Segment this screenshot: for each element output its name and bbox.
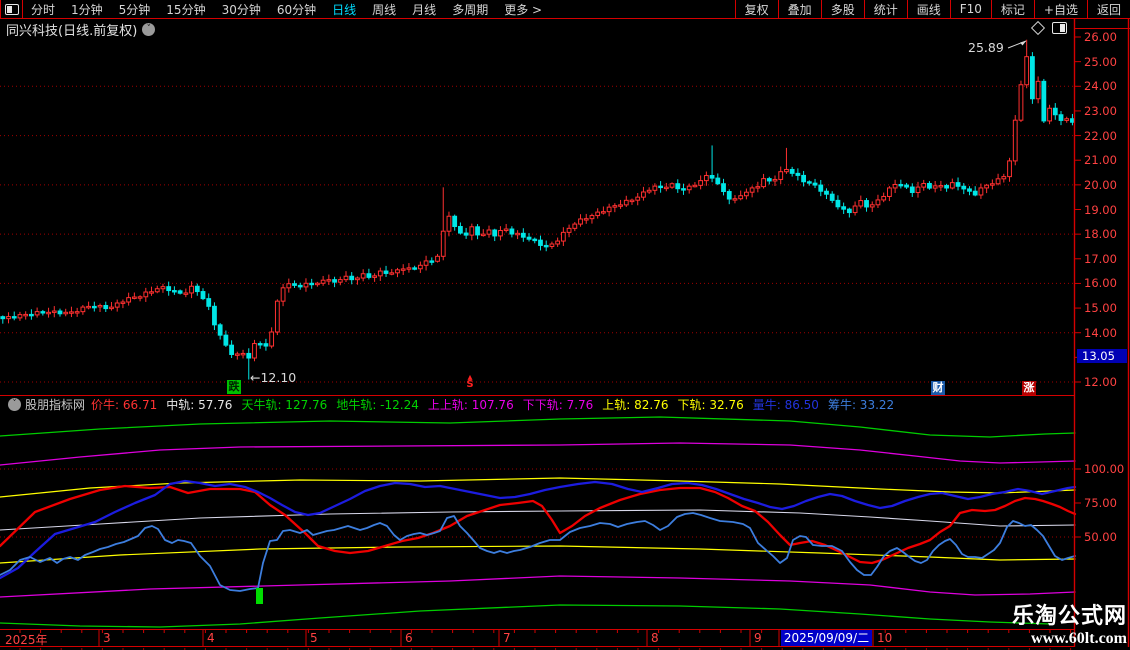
indicator-tick-50.00: 50.00	[1084, 530, 1117, 544]
app-window: 分时1分钟5分钟15分钟30分钟60分钟日线周线月线多周期更多 > 复权叠加多股…	[0, 0, 1130, 650]
price-tick-20.00: 20.00	[1084, 178, 1128, 192]
price-tick-23.00: 23.00	[1084, 104, 1128, 118]
chart-corner-icons	[1033, 22, 1067, 34]
price-tick-19.00: 19.00	[1084, 203, 1128, 217]
date-label-5: 5	[310, 631, 318, 645]
date-highlight-badge: 2025/09/09/二	[781, 630, 872, 646]
stock-title-row[interactable]: 同兴科技(日线.前复权) ˅	[6, 21, 155, 37]
price-tick-12.00: 12.00	[1084, 375, 1128, 389]
indicator-field-价牛: 价牛: 66.71	[91, 396, 157, 413]
date-label-4: 4	[207, 631, 215, 645]
indicator-field-天牛轨: 天牛轨: 127.76	[241, 396, 327, 413]
price-tick-25.00: 25.00	[1084, 55, 1128, 69]
date-axis: 2025年 3 4 5 6 7 8 9 10 2025/09/09/二	[0, 630, 1075, 647]
indicator-field-上上轨: 上上轨: 107.76	[428, 396, 514, 413]
stock-title: 同兴科技(日线.前复权)	[6, 20, 137, 39]
indicator-source: 股朋指标网	[25, 396, 85, 413]
indicator-header: ˅ 股朋指标网 价牛: 66.71 中轨: 57.76 天牛轨: 127.76 地牛轨…	[3, 397, 903, 412]
indicator-field-下轨: 下轨: 32.76	[678, 396, 744, 413]
sell-signal-marker: ▴S	[464, 374, 476, 388]
indicator-field-下下轨: 下下轨: 7.76	[523, 396, 594, 413]
price-tick-17.00: 17.00	[1084, 252, 1128, 266]
indicator-chevron-icon[interactable]: ˅	[8, 398, 21, 411]
price-tick-24.00: 24.00	[1084, 79, 1128, 93]
indicator-field-地牛轨: 地牛轨: -12.24	[336, 396, 419, 413]
price-axis: 26.00 25.00 24.00 23.00 22.00 21.00 20.00 19.00…	[1076, 0, 1130, 650]
indicator-tick-100.00: 100.00	[1084, 462, 1124, 476]
signal-marker-跌: 跌	[227, 380, 241, 394]
date-label-7: 7	[503, 631, 511, 645]
indicator-field-中轨: 中轨: 57.76	[166, 396, 232, 413]
price-tick-22.00: 22.00	[1084, 129, 1128, 143]
date-label-8: 8	[651, 631, 659, 645]
date-label-10: 10	[877, 631, 892, 645]
watermark: 乐淘公式网 www.60lt.com	[1012, 598, 1127, 648]
low-price-annotation: ←12.10	[250, 370, 296, 385]
watermark-site-name: 乐淘公式网	[1012, 598, 1127, 630]
indicator-tick-75.00: 75.00	[1084, 496, 1117, 510]
date-label-3: 3	[103, 631, 111, 645]
price-tick-16.00: 16.00	[1084, 276, 1128, 290]
signal-marker-涨: 涨	[1022, 381, 1036, 395]
chart-canvas	[0, 0, 1130, 650]
chevron-down-icon[interactable]: ˅	[142, 23, 155, 36]
diamond-icon[interactable]	[1031, 21, 1045, 35]
watermark-url: www.60lt.com	[1012, 630, 1127, 648]
signal-marker-财: 财	[931, 381, 945, 395]
price-tick-21.00: 21.00	[1084, 153, 1128, 167]
date-label-2025年: 2025年	[5, 631, 48, 648]
indicator-field-筹牛: 筹牛: 33.22	[828, 396, 894, 413]
price-tick-18.00: 18.00	[1084, 227, 1128, 241]
date-label-9: 9	[754, 631, 762, 645]
price-tick-26.00: 26.00	[1084, 30, 1128, 44]
date-label-6: 6	[405, 631, 413, 645]
high-price-annotation: 25.89	[968, 40, 1004, 55]
split-window-icon[interactable]	[1052, 22, 1067, 34]
price-tick-14.00: 14.00	[1084, 326, 1128, 340]
indicator-field-上轨: 上轨: 82.76	[602, 396, 668, 413]
price-highlight-badge: 13.05	[1077, 349, 1127, 363]
indicator-field-量牛: 量牛: 86.50	[753, 396, 819, 413]
price-tick-15.00: 15.00	[1084, 301, 1128, 315]
